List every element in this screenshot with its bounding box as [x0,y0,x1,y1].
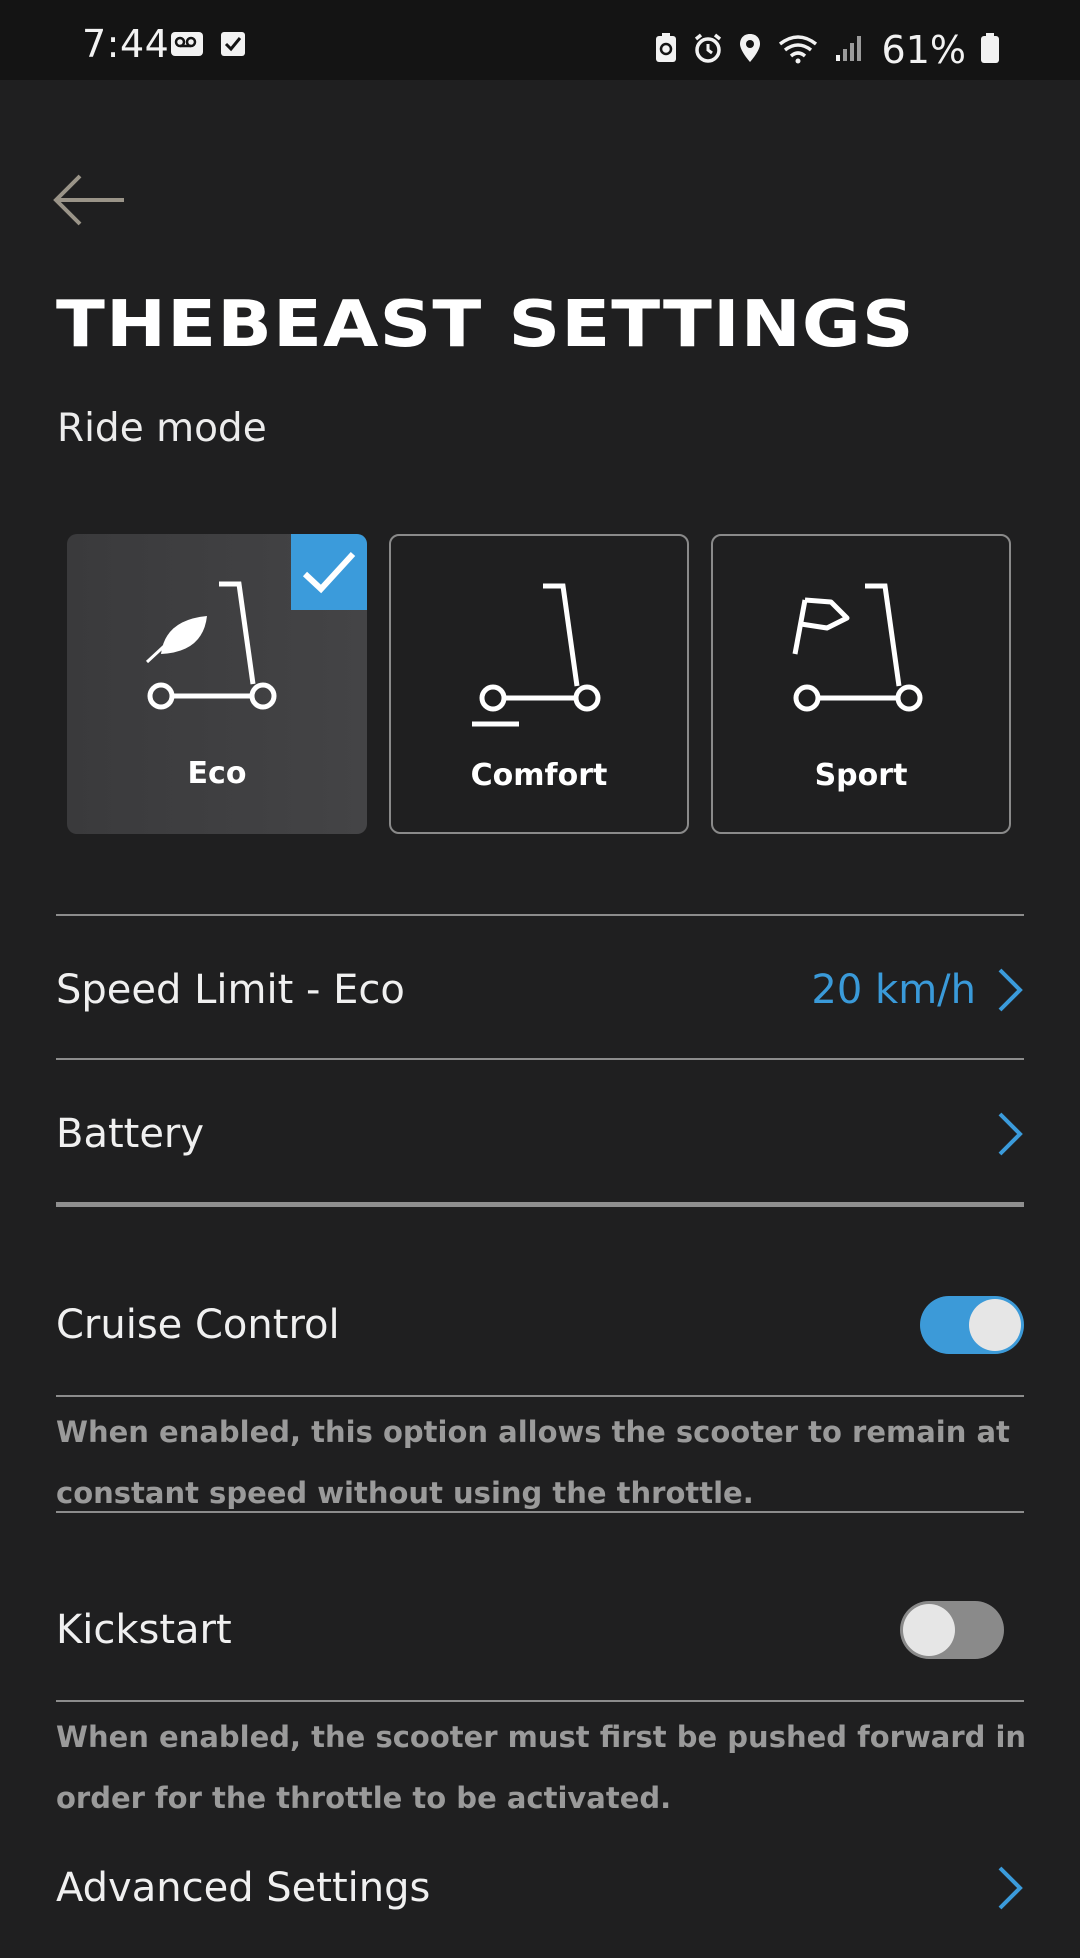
scooter-flag-icon [792,583,923,712]
battery-percent: 61% [881,28,966,72]
wifi-icon [776,32,820,68]
toggle-knob [969,1299,1021,1351]
speed-limit-value: 20 km/h [811,967,976,1013]
cruise-control-row: Cruise Control [56,1255,1024,1395]
status-right-icons: 61% [654,28,1000,72]
divider [56,914,1024,916]
divider [56,1058,1024,1060]
page-title: THEBEAST SETTINGS [56,288,915,362]
battery-label: Battery [56,1111,205,1157]
divider [56,1395,1024,1397]
chevron-right-icon [998,1112,1023,1156]
location-icon [738,32,762,68]
ride-mode-label-sport: Sport [814,758,908,793]
kickstart-description: When enabled, the scooter must first be … [56,1720,1027,1815]
ride-mode-comfort[interactable]: Comfort [389,534,689,834]
speed-limit-label: Speed Limit - Eco [56,967,405,1013]
section-divider [56,1202,1024,1207]
checkbox-icon [220,31,246,61]
ride-mode-label-comfort: Comfort [470,758,608,793]
cruise-control-toggle[interactable] [920,1296,1024,1354]
selected-badge [291,534,367,610]
battery-saver-icon [654,32,678,68]
cruise-control-description: When enabled, this option allows the sco… [56,1415,1010,1510]
divider [56,1700,1024,1702]
status-bar: 7:44 61% [0,0,1080,80]
speed-limit-row[interactable]: Speed Limit - Eco 20 km/h [56,920,1024,1060]
checkmark-icon [302,551,356,594]
advanced-settings-row[interactable]: Advanced Settings [56,1818,1024,1958]
scooter-icon [472,583,601,727]
cruise-control-label: Cruise Control [56,1302,340,1348]
ride-mode-eco[interactable]: Eco [67,534,367,834]
status-time: 7:44 [82,22,170,66]
toggle-knob [903,1604,955,1656]
kickstart-label: Kickstart [56,1607,232,1653]
advanced-settings-label: Advanced Settings [56,1865,431,1911]
ride-mode-sport[interactable]: Sport [711,534,1011,834]
signal-icon [834,33,864,67]
scooter-leaf-icon [145,581,277,710]
alarm-icon [692,32,724,68]
voicemail-icon [170,31,204,61]
chevron-right-icon [998,1866,1023,1910]
battery-row[interactable]: Battery [56,1064,1024,1204]
back-arrow-icon [53,174,124,226]
ride-mode-label: Ride mode [57,406,267,451]
battery-icon [980,32,1000,68]
divider [56,1511,1024,1513]
kickstart-row: Kickstart [56,1560,1024,1700]
chevron-right-icon [998,968,1023,1012]
ride-mode-selector: Eco Comfort Sport [67,534,1011,834]
kickstart-toggle[interactable] [900,1601,1004,1659]
status-left-icons [170,31,246,61]
ride-mode-label-eco: Eco [187,756,247,791]
back-button[interactable] [52,172,128,228]
